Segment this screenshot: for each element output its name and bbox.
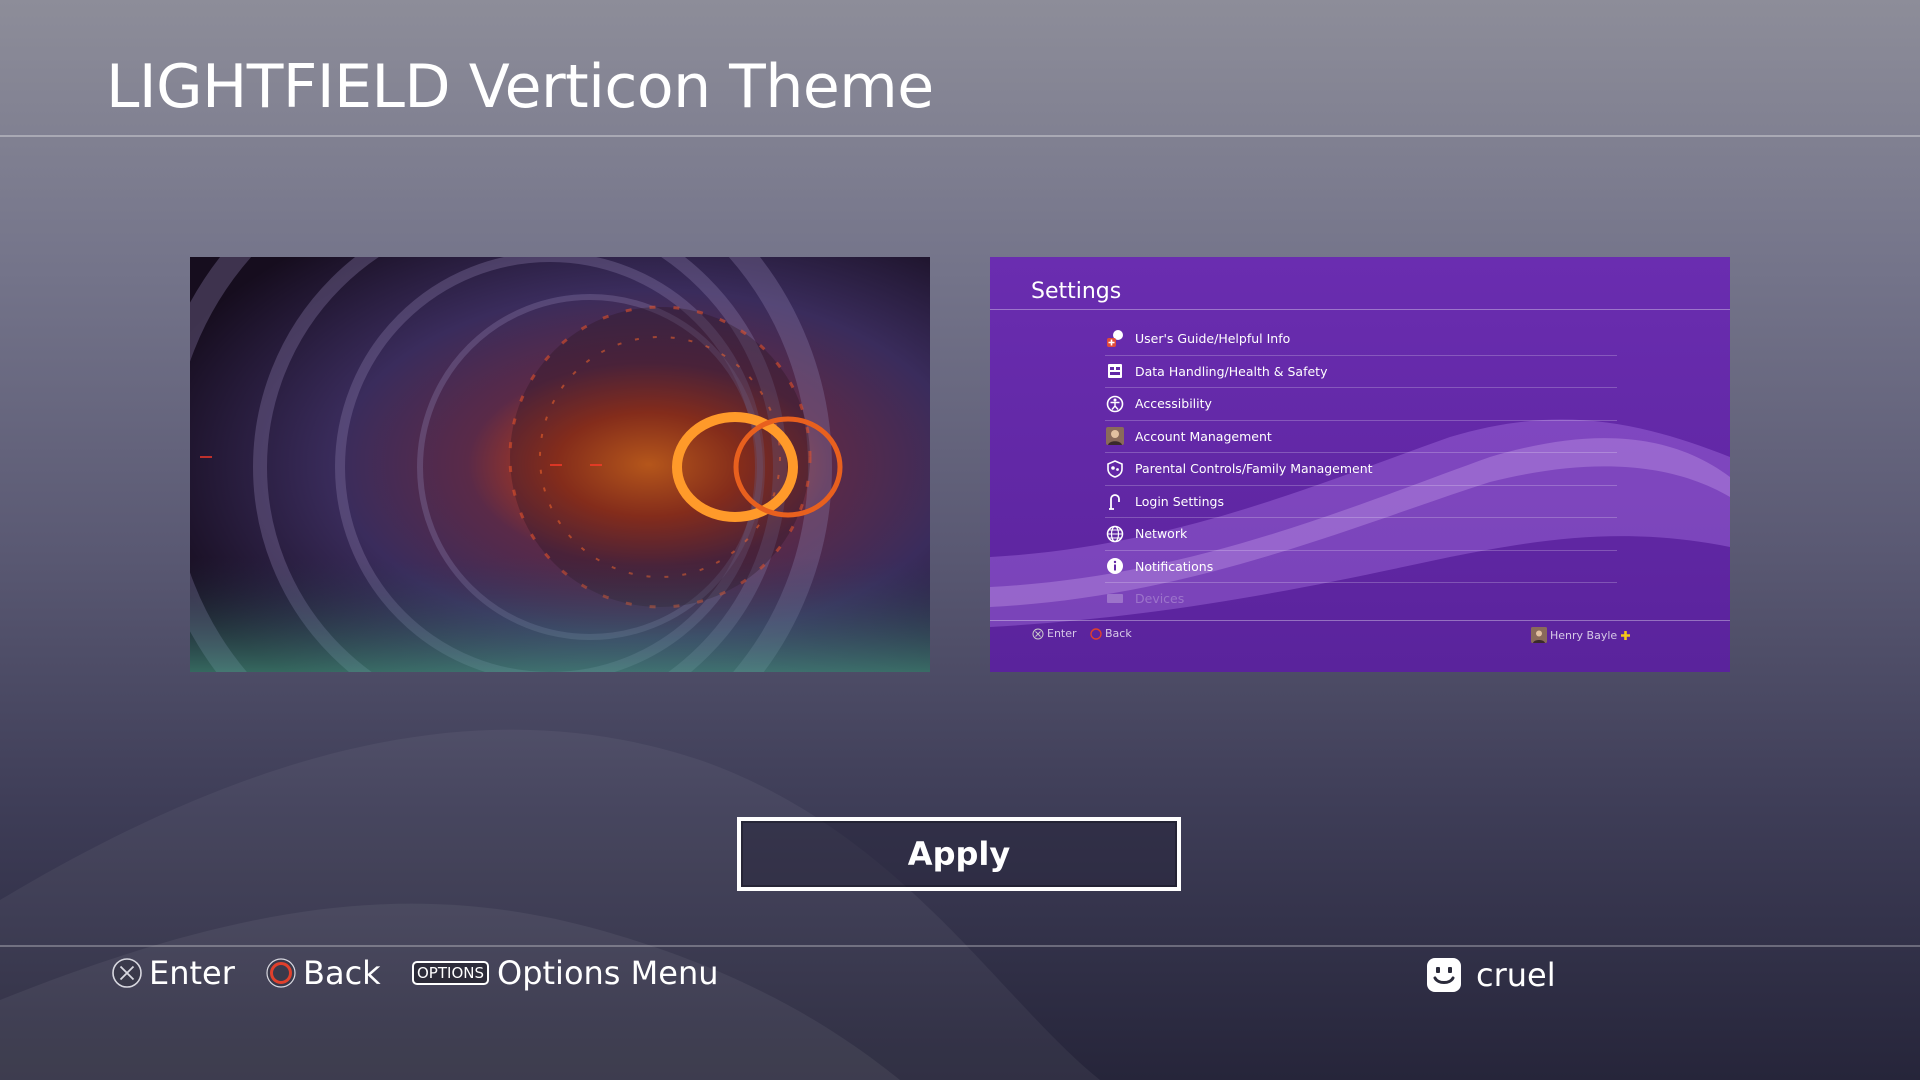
wallpaper-preview — [190, 257, 930, 672]
user-avatar-icon — [1531, 627, 1547, 643]
settings-preview-enter-label: Enter — [1047, 627, 1077, 640]
settings-preview-item-label: Login Settings — [1135, 493, 1224, 509]
settings-preview-item-label: Notifications — [1135, 558, 1214, 574]
settings-preview-footer-divider — [990, 620, 1730, 621]
settings-preview-item-label: Accessibility — [1135, 396, 1212, 412]
settings-preview-item: Parental Controls/Family Management — [1105, 453, 1617, 486]
settings-preview-item-label: Account Management — [1135, 428, 1272, 444]
settings-preview-item-label: Data Handling/Health & Safety — [1135, 363, 1328, 379]
plus-icon — [1621, 630, 1631, 640]
footer-divider — [0, 945, 1920, 947]
circle-button-icon — [265, 957, 297, 989]
settings-preview-item: Data Handling/Health & Safety — [1105, 356, 1617, 388]
settings-preview-list: User's Guide/Helpful Info Data Handling/… — [1105, 323, 1617, 615]
cross-button-icon — [1032, 628, 1044, 639]
accessibility-icon — [1105, 394, 1125, 414]
options-button-icon: OPTIONS — [412, 961, 489, 985]
settings-preview-divider — [990, 309, 1730, 310]
back-label: Back — [303, 954, 381, 992]
enter-hint: Enter — [111, 951, 235, 995]
settings-preview-user-name: Henry Bayle — [1550, 628, 1618, 642]
info-icon — [1105, 556, 1125, 576]
settings-preview-item-label: User's Guide/Helpful Info — [1135, 331, 1291, 347]
settings-preview-enter-hint: Enter — [1032, 627, 1077, 640]
user-avatar-icon — [1427, 958, 1461, 992]
circle-button-icon — [1090, 627, 1102, 640]
devices-icon — [1105, 589, 1125, 609]
settings-preview-item: Login Settings — [1105, 486, 1617, 518]
options-menu-label: Options Menu — [497, 954, 719, 992]
page-title: LIGHTFIELD Verticon Theme — [106, 52, 934, 122]
settings-preview-item-label: Devices — [1135, 591, 1185, 607]
parental-controls-icon — [1105, 459, 1125, 479]
settings-preview-item: Account Management — [1105, 421, 1617, 453]
apply-button[interactable]: Apply — [737, 817, 1181, 891]
cross-button-icon — [111, 957, 143, 989]
globe-icon — [1105, 524, 1125, 544]
settings-preview-item: Network — [1105, 518, 1617, 551]
settings-preview-back-hint: Back — [1090, 627, 1132, 640]
settings-preview: Settings User's Guide/Helpful Info Data … — [990, 257, 1730, 672]
settings-preview-item: Devices — [1105, 583, 1617, 615]
user-name: cruel — [1476, 956, 1556, 994]
login-icon — [1105, 491, 1125, 511]
settings-preview-item: Notifications — [1105, 551, 1617, 583]
current-user: cruel — [1426, 953, 1556, 997]
settings-preview-item-label: Parental Controls/Family Management — [1135, 461, 1373, 477]
settings-preview-title: Settings — [1031, 279, 1122, 304]
settings-preview-user: Henry Bayle — [1531, 627, 1631, 643]
settings-preview-back-label: Back — [1105, 627, 1132, 640]
guide-icon — [1105, 329, 1125, 349]
enter-label: Enter — [149, 954, 235, 992]
settings-preview-item: User's Guide/Helpful Info — [1105, 323, 1617, 356]
tunnel-wallpaper-image — [190, 257, 930, 672]
title-divider — [0, 135, 1920, 137]
back-hint: Back — [265, 951, 381, 995]
data-handling-icon — [1105, 361, 1125, 381]
account-avatar-icon — [1105, 426, 1125, 446]
settings-preview-item: Accessibility — [1105, 388, 1617, 421]
options-hint: OPTIONS Options Menu — [412, 951, 719, 995]
settings-preview-item-label: Network — [1135, 526, 1188, 542]
